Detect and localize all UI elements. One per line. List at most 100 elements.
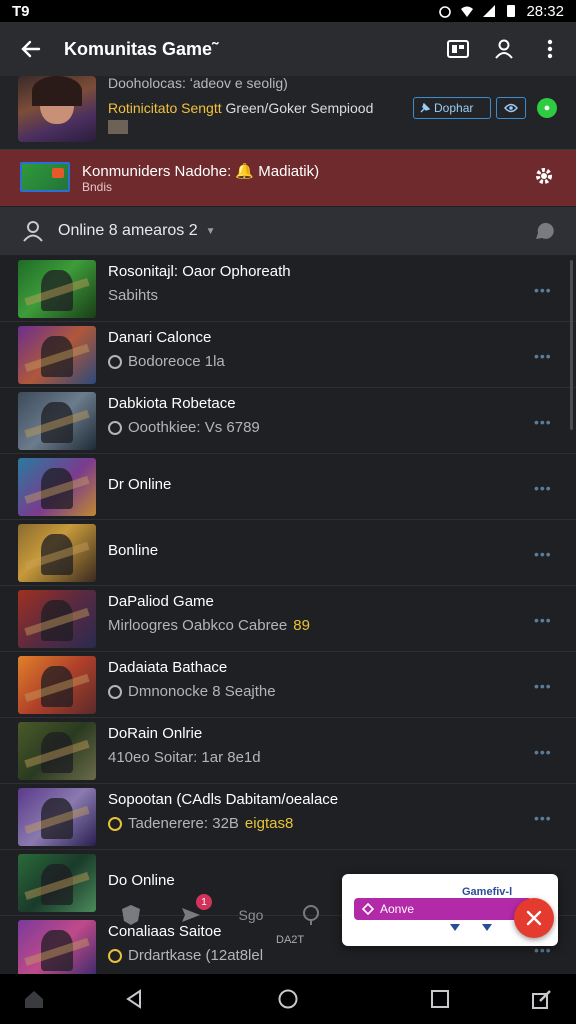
follow-button[interactable]: Dophar xyxy=(413,97,491,119)
game-thumbnail xyxy=(18,524,96,582)
community-description: Rotinicitato Sengtt Green/Goker Sempiood xyxy=(108,100,373,116)
close-icon xyxy=(526,910,542,926)
system-nav-bar xyxy=(0,974,576,1024)
invite-popup[interactable]: Gamefiv-l Aonve xyxy=(342,874,558,946)
profile-button[interactable] xyxy=(492,37,516,61)
game-meta-highlight: 89 xyxy=(293,617,310,634)
triangle-back-icon xyxy=(126,989,141,1009)
circle-home-icon xyxy=(278,989,298,1009)
tab-sgo-label: Sgo xyxy=(238,907,264,923)
arrow-left-icon xyxy=(21,40,41,58)
game-list-item[interactable]: Bonline ••• xyxy=(0,520,576,586)
more-vert-icon xyxy=(547,39,553,59)
game-meta: Sabihts xyxy=(108,287,158,304)
game-title: DaPaliod Game xyxy=(108,593,214,610)
follow-button-label: Dophar xyxy=(434,101,474,115)
game-list: Rosonitajl: Oaor Ophoreath Sabihts ••• Dana… xyxy=(0,256,576,974)
messages-badge: 1 xyxy=(196,894,212,910)
game-meta: Dmnonocke 8 Seajthe xyxy=(108,683,276,700)
status-bar: T9 28:32 xyxy=(0,0,576,22)
game-meta-text: Drdartkase (12at8lel xyxy=(128,947,264,964)
game-list-item[interactable]: DoRain Onlrie 410eo Soitar: 1ar 8e1d ••• xyxy=(0,718,576,784)
popup-action-bar[interactable]: Aonve xyxy=(354,898,532,920)
game-meta-text: Bodoreoce 1la xyxy=(128,353,225,370)
nav-edit-button[interactable] xyxy=(530,987,554,1011)
alarm-icon xyxy=(439,6,452,18)
more-horiz-icon[interactable]: ••• xyxy=(534,612,552,628)
status-time: 28:32 xyxy=(526,2,564,20)
view-button[interactable] xyxy=(496,97,526,119)
nav-back-button[interactable] xyxy=(122,987,146,1011)
chat-bubble-icon[interactable] xyxy=(532,219,556,243)
community-avatar[interactable] xyxy=(18,76,96,142)
status-ring-icon xyxy=(108,948,122,963)
game-title: Dadaiata Bathace xyxy=(108,659,228,676)
more-horiz-icon[interactable]: ••• xyxy=(534,414,552,430)
small-badge-image xyxy=(108,120,128,134)
game-thumbnail xyxy=(18,260,96,318)
game-title: Sopootan (CAdls Dabitam/oealace xyxy=(108,791,339,808)
game-thumbnail xyxy=(18,656,96,714)
nav-home-button[interactable] xyxy=(276,987,300,1011)
wifi-icon xyxy=(461,6,474,17)
game-title: Do Online xyxy=(108,872,175,889)
person-icon xyxy=(495,39,513,59)
game-thumbnail xyxy=(18,854,96,912)
game-logo-icon xyxy=(20,162,70,192)
game-meta-text: Tadenerere: 32B xyxy=(128,815,239,832)
settings-gear-icon[interactable] xyxy=(532,164,556,188)
library-icon xyxy=(447,40,469,58)
nav-recents-button[interactable] xyxy=(428,987,452,1011)
game-meta: Bodoreoce 1la xyxy=(108,353,225,370)
more-horiz-icon[interactable]: ••• xyxy=(534,546,552,562)
signal-icon xyxy=(483,5,496,17)
battery-icon xyxy=(507,5,516,17)
game-list-item[interactable]: Rosonitajl: Oaor Ophoreath Sabihts ••• xyxy=(0,256,576,322)
status-ring-icon xyxy=(108,354,122,369)
game-list-item[interactable]: Dadaiata Bathace Dmnonocke 8 Seajthe ••• xyxy=(0,652,576,718)
notification-banner[interactable]: Konmuniders Nadohe: 🔔 Madiatik) Bndis xyxy=(0,150,576,206)
close-fab-button[interactable] xyxy=(514,898,554,938)
game-thumbnail xyxy=(18,392,96,450)
chevron-down-icon: ▼ xyxy=(205,225,216,237)
status-ring-icon xyxy=(108,816,122,831)
more-horiz-icon[interactable]: ••• xyxy=(534,282,552,298)
tab-home[interactable] xyxy=(118,902,144,928)
community-desc-rest: Green/Goker Sempiood xyxy=(221,100,374,116)
game-list-item[interactable]: Danari Calonce Bodoreoce 1la ••• xyxy=(0,322,576,388)
shield-icon xyxy=(122,905,140,925)
nav-home-screen-button[interactable] xyxy=(22,987,46,1011)
more-menu-button[interactable] xyxy=(538,37,562,61)
tab-sgo[interactable]: Sgo xyxy=(238,902,264,928)
diamond-icon xyxy=(362,903,374,915)
lightbulb-icon xyxy=(303,905,319,925)
game-title: Danari Calonce xyxy=(108,329,212,346)
game-list-item[interactable]: Sopootan (CAdls Dabitam/oealace Tadenerer… xyxy=(0,784,576,850)
more-horiz-icon[interactable]: ••• xyxy=(534,348,552,364)
game-meta: Ooothkiee: Vs 6789 xyxy=(108,419,260,436)
edit-icon xyxy=(532,990,551,1009)
game-meta-text: Ooothkiee: Vs 6789 xyxy=(128,419,260,436)
more-horiz-icon[interactable]: ••• xyxy=(534,810,552,826)
online-section-header[interactable]: Online 8 amearos 2 ▼ xyxy=(0,207,576,255)
game-meta-text: 410eo Soitar: 1ar 8e1d xyxy=(108,749,261,766)
game-list-item[interactable]: Dr Online ••• xyxy=(0,454,576,520)
pointer-icon xyxy=(450,924,460,931)
status-ring-icon xyxy=(108,420,122,435)
library-button[interactable] xyxy=(446,37,470,61)
more-horiz-icon[interactable]: ••• xyxy=(534,678,552,694)
bottom-tabs: 1 Sgo xyxy=(110,890,330,940)
game-thumbnail xyxy=(18,458,96,516)
scrollbar[interactable] xyxy=(570,260,573,430)
game-list-item[interactable]: Dabkiota Robetace Ooothkiee: Vs 6789 ••• xyxy=(0,388,576,454)
house-icon xyxy=(25,991,43,1008)
tab-explore[interactable] xyxy=(298,902,324,928)
more-horiz-icon[interactable]: ••• xyxy=(534,744,552,760)
tab-messages[interactable]: 1 xyxy=(178,894,212,928)
more-horiz-icon[interactable]: ••• xyxy=(534,480,552,496)
game-list-item[interactable]: DaPaliod Game Mirloogres Oabkco Cabree 89 •… xyxy=(0,586,576,652)
back-button[interactable] xyxy=(14,33,46,65)
person-outline-icon xyxy=(23,221,43,242)
page-title: Komunitas Game˜ xyxy=(64,38,219,59)
pin-icon xyxy=(420,103,430,113)
